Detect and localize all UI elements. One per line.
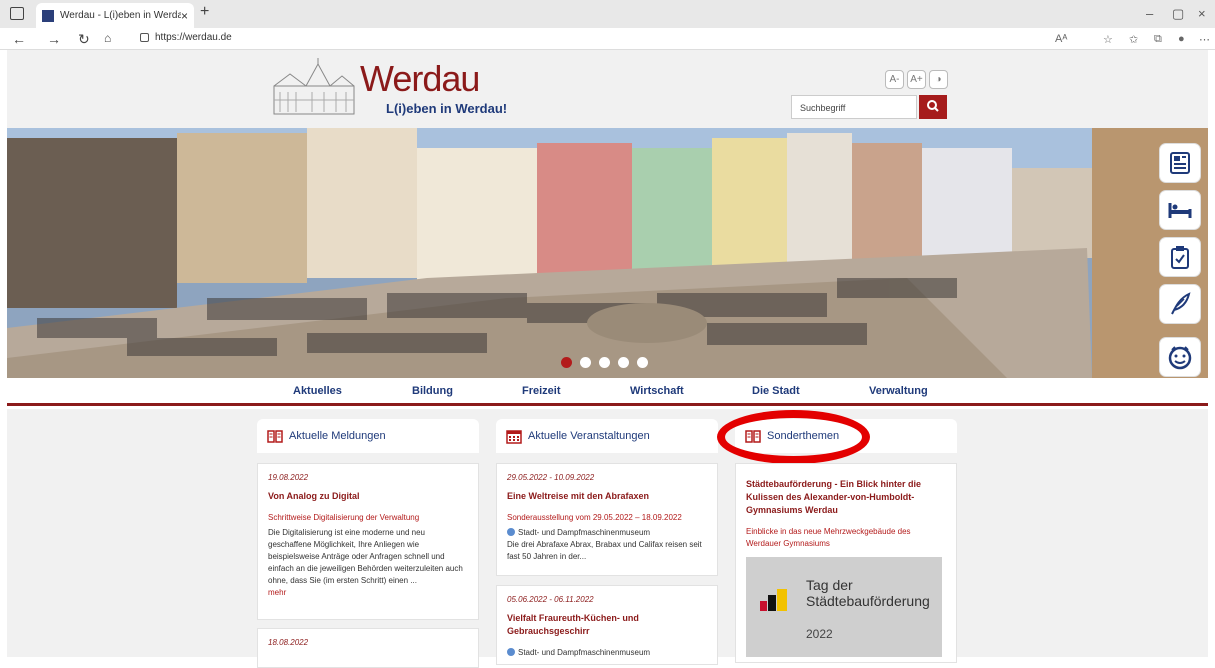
window-close-icon[interactable]: × xyxy=(1198,6,1206,21)
event-location-text: Stadt- und Dampfmaschinenmuseum xyxy=(518,528,651,537)
font-smaller-button[interactable]: A- xyxy=(885,70,904,89)
news-column-header[interactable]: Aktuelle Meldungen xyxy=(257,419,479,453)
news-subtitle: Schrittweise Digitalisierung der Verwalt… xyxy=(268,513,420,522)
info-icon xyxy=(507,528,515,536)
search-button[interactable] xyxy=(919,95,947,119)
search-icon xyxy=(927,100,939,112)
book-icon xyxy=(267,429,283,443)
event-text: Die drei Abrafaxe Abrax, Brabax und Cali… xyxy=(507,540,702,561)
nav-die-stadt[interactable]: Die Stadt xyxy=(752,385,800,397)
event-location-text: Stadt- und Dampfmaschinenmuseum xyxy=(518,648,651,657)
nav-verwaltung[interactable]: Verwaltung xyxy=(869,385,928,397)
site-header xyxy=(7,50,1208,128)
smiley-face-icon xyxy=(1168,346,1192,370)
promo-line2: Städtebauförderung xyxy=(806,593,930,609)
refresh-icon[interactable]: ↻ xyxy=(78,31,90,48)
search-input[interactable]: Suchbegriff xyxy=(791,95,917,119)
browser-tab-bar: Werdau - L(i)eben in Werdau × + – ▢ × xyxy=(0,0,1215,28)
tab-title: Werdau - L(i)eben in Werdau xyxy=(60,10,181,21)
calendar-icon xyxy=(506,429,522,444)
staedtebau-logo-icon xyxy=(760,589,787,611)
url-field[interactable]: https://werdau.de xyxy=(140,32,232,43)
slider-dot[interactable] xyxy=(561,357,572,368)
promo-title: Tag der Städtebauförderung xyxy=(806,577,930,609)
hero-image-marketplace xyxy=(7,128,1208,378)
city-hall-logo-icon[interactable] xyxy=(270,58,358,116)
collections-icon[interactable]: ⧉ xyxy=(1154,33,1162,46)
site-title[interactable]: Werdau xyxy=(360,58,480,100)
news-more-link[interactable]: mehr xyxy=(268,587,468,599)
favorites-icon[interactable]: ✩ xyxy=(1129,33,1138,46)
slider-dots xyxy=(561,357,648,368)
profile-icon[interactable]: ● xyxy=(1178,33,1185,45)
slider-dot[interactable] xyxy=(637,357,648,368)
restore-icon[interactable]: ▢ xyxy=(1172,6,1184,22)
slider-dot[interactable] xyxy=(599,357,610,368)
promo-image[interactable]: Tag der Städtebauförderung 2022 xyxy=(746,557,942,657)
info-icon xyxy=(507,648,515,656)
news-text: Die Digitalisierung ist eine moderne und… xyxy=(268,528,463,585)
address-bar: ← → ↻ ⌂ https://werdau.de Aᴬ ☆ ✩ ⧉ ● ⋯ xyxy=(0,28,1215,50)
feather-pen-icon xyxy=(1171,292,1191,315)
event-location: Stadt- und Dampfmaschinenmuseum xyxy=(507,647,707,659)
news-column-title: Aktuelle Meldungen xyxy=(289,430,386,442)
news-title[interactable]: Von Analog zu Digital xyxy=(268,490,468,503)
newspaper-icon xyxy=(1170,152,1190,174)
font-larger-button[interactable]: A+ xyxy=(907,70,926,89)
event-title[interactable]: Vielfalt Fraureuth-Küchen- und Gebrauchs… xyxy=(507,612,707,638)
event-subtitle: Sonderausstellung vom 29.05.2022 – 18.09… xyxy=(507,513,682,522)
news-date: 19.08.2022 xyxy=(268,473,309,482)
nav-freizeit[interactable]: Freizeit xyxy=(522,385,561,397)
event-card[interactable]: 29.05.2022 - 10.09.2022 Eine Weltreise m… xyxy=(496,463,718,576)
news-card[interactable]: 19.08.2022 Von Analog zu Digital Schritt… xyxy=(257,463,479,620)
clipboard-check-icon xyxy=(1171,246,1189,269)
quick-link-kids[interactable] xyxy=(1159,337,1201,377)
forward-icon[interactable]: → xyxy=(47,31,61,47)
read-aloud-icon[interactable]: Aᴬ xyxy=(1055,33,1067,45)
contrast-toggle-icon[interactable]: ◑ xyxy=(929,70,948,89)
quick-link-feedback[interactable] xyxy=(1159,284,1201,324)
event-title[interactable]: Eine Weltreise mit den Abrafaxen xyxy=(507,490,707,503)
add-favorite-icon[interactable]: ☆ xyxy=(1103,33,1113,46)
main-navigation: Aktuelles Bildung Freizeit Wirtschaft Di… xyxy=(7,378,1208,406)
new-tab-icon[interactable]: + xyxy=(200,3,209,21)
lock-icon xyxy=(140,32,149,42)
news-card[interactable]: 18.08.2022 xyxy=(257,628,479,668)
promo-year: 2022 xyxy=(806,627,833,641)
quick-link-forms[interactable] xyxy=(1159,237,1201,277)
nav-bildung[interactable]: Bildung xyxy=(412,385,453,397)
slider-dot[interactable] xyxy=(618,357,629,368)
events-column-header[interactable]: Aktuelle Veranstaltungen xyxy=(496,419,718,453)
news-date: 18.08.2022 xyxy=(268,638,309,647)
highlight-circle-annotation xyxy=(717,410,870,464)
url-text: https://werdau.de xyxy=(155,32,232,43)
event-date: 29.05.2022 - 10.09.2022 xyxy=(507,473,595,482)
browser-tab[interactable]: Werdau - L(i)eben in Werdau × xyxy=(36,3,194,28)
special-title[interactable]: Städtebauförderung - Ein Blick hinter di… xyxy=(746,478,946,517)
event-date: 05.06.2022 - 06.11.2022 xyxy=(507,595,594,604)
home-icon[interactable]: ⌂ xyxy=(104,31,111,45)
events-column-title: Aktuelle Veranstaltungen xyxy=(528,430,650,442)
site-tagline: L(i)eben in Werdau! xyxy=(386,101,508,116)
quick-link-accommodation[interactable] xyxy=(1159,190,1201,230)
event-card[interactable]: 05.06.2022 - 06.11.2022 Vielfalt Fraureu… xyxy=(496,585,718,665)
nav-wirtschaft[interactable]: Wirtschaft xyxy=(630,385,684,397)
slider-dot[interactable] xyxy=(580,357,591,368)
back-icon[interactable]: ← xyxy=(12,31,26,47)
bed-icon xyxy=(1168,203,1192,218)
more-menu-icon[interactable]: ⋯ xyxy=(1199,33,1210,46)
special-subtitle: Einblicke in das neue Mehrzweckgebäude d… xyxy=(746,527,911,548)
tab-actions-icon[interactable] xyxy=(10,7,24,20)
nav-aktuelles[interactable]: Aktuelles xyxy=(293,385,342,397)
event-location: Stadt- und Dampfmaschinenmuseum xyxy=(507,527,707,539)
minimize-icon[interactable]: – xyxy=(1146,6,1153,21)
promo-line1: Tag der xyxy=(806,577,853,593)
quick-link-news[interactable] xyxy=(1159,143,1201,183)
site-favicon-icon xyxy=(42,9,54,22)
tab-close-icon[interactable]: × xyxy=(181,9,188,23)
